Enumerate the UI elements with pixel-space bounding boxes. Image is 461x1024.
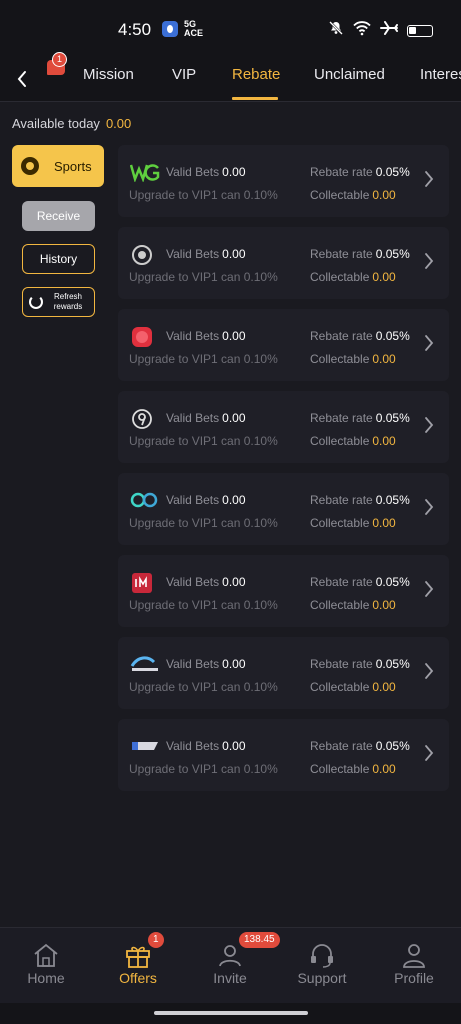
flag-logo [130, 736, 158, 756]
offers-badge: 1 [148, 932, 164, 948]
collectable: Collectable 0.00 [310, 270, 396, 284]
wifi-icon [353, 20, 371, 41]
valid-bets: Valid Bets 0.00 [166, 657, 246, 671]
wave-logo [130, 654, 158, 674]
upgrade-text: Upgrade to VIP1 can 0.10% [129, 434, 278, 448]
bottom-nav: Home Offers 1 Invite 138.45 Support Prof… [0, 927, 461, 1003]
rebate-rate: Rebate rate 0.05% [310, 247, 410, 261]
chat-badge: 1 [52, 52, 67, 67]
nav-support[interactable]: Support [276, 928, 368, 1004]
back-button[interactable] [10, 64, 38, 94]
status-time: 4:50 [118, 20, 152, 39]
valid-bets: Valid Bets 0.00 [166, 165, 246, 179]
rebate-rate: Rebate rate 0.05% [310, 165, 410, 179]
home-icon [34, 943, 58, 967]
nav-invite[interactable]: Invite 138.45 [184, 928, 280, 1004]
tab-mission[interactable]: Mission [83, 66, 134, 83]
rebate-rate: Rebate rate 0.05% [310, 493, 410, 507]
rebate-rate: Rebate rate 0.05% [310, 657, 410, 671]
headset-icon [311, 944, 333, 968]
status-icons [328, 20, 433, 41]
chevron-right-icon[interactable] [423, 579, 435, 599]
history-button[interactable]: History [22, 244, 95, 274]
active-tab-indicator [232, 97, 278, 100]
soccer-ball-icon [21, 157, 39, 175]
chevron-right-icon[interactable] [423, 415, 435, 435]
valid-bets: Valid Bets 0.00 [166, 493, 246, 507]
refresh-rewards-button[interactable]: Refresh rewards [22, 287, 95, 317]
tab-unclaimed[interactable]: Unclaimed [314, 66, 385, 83]
collectable: Collectable 0.00 [310, 680, 396, 694]
wg-logo [129, 162, 160, 183]
chevron-right-icon[interactable] [423, 743, 435, 763]
upgrade-text: Upgrade to VIP1 can 0.10% [129, 270, 278, 284]
battery-icon [407, 24, 433, 37]
mute-icon [328, 20, 344, 41]
valid-bets: Valid Bets 0.00 [166, 411, 246, 425]
rebate-rate: Rebate rate 0.05% [310, 739, 410, 753]
upgrade-text: Upgrade to VIP1 can 0.10% [129, 188, 278, 202]
category-sports-label: Sports [54, 159, 92, 174]
network-indicator: 5G ACE [184, 19, 204, 38]
available-today: Available today 0.00 [12, 116, 131, 131]
tab-interest[interactable]: Interes [420, 66, 461, 83]
available-amount: 0.00 [105, 116, 132, 131]
chevron-left-icon [17, 71, 26, 87]
rebate-card[interactable]: Valid Bets 0.00 Upgrade to VIP1 can 0.10% R… [118, 309, 449, 381]
person-icon [403, 944, 425, 968]
upgrade-text: Upgrade to VIP1 can 0.10% [129, 352, 278, 366]
refresh-icon [29, 295, 43, 309]
collectable: Collectable 0.00 [310, 516, 396, 530]
red-ball-logo [130, 326, 158, 347]
rebate-card[interactable]: Valid Bets 0.00 Upgrade to VIP1 can 0.10% R… [118, 227, 449, 299]
rebate-card[interactable]: Valid Bets 0.00 Upgrade to VIP1 can 0.10% R… [118, 391, 449, 463]
available-label: Available today [12, 116, 100, 131]
rebate-card[interactable]: Valid Bets 0.00 Upgrade to VIP1 can 0.10% R… [118, 473, 449, 545]
rings-logo [130, 490, 158, 510]
upgrade-text: Upgrade to VIP1 can 0.10% [129, 598, 278, 612]
rebate-card[interactable]: Valid Bets 0.00 Upgrade to VIP1 can 0.10% R… [118, 145, 449, 217]
collectable: Collectable 0.00 [310, 762, 396, 776]
home-indicator[interactable] [154, 1011, 308, 1015]
app-notification-icon [162, 21, 178, 37]
category-sports-button[interactable]: Sports [12, 145, 104, 187]
im-logo [130, 572, 158, 593]
chevron-right-icon[interactable] [423, 333, 435, 353]
collectable: Collectable 0.00 [310, 188, 396, 202]
tab-vip[interactable]: VIP [172, 66, 196, 83]
rebate-rate: Rebate rate 0.05% [310, 329, 410, 343]
collectable: Collectable 0.00 [310, 352, 396, 366]
status-bar: 4:50 5G ACE [0, 0, 461, 58]
chevron-right-icon[interactable] [423, 661, 435, 681]
top-tab-bar: 1 Mission VIP Rebate Unclaimed Interes [0, 52, 461, 102]
rebate-card[interactable]: Valid Bets 0.00 Upgrade to VIP1 can 0.10% R… [118, 637, 449, 709]
collectable: Collectable 0.00 [310, 434, 396, 448]
nine-logo [130, 408, 158, 429]
valid-bets: Valid Bets 0.00 [166, 739, 246, 753]
tab-rebate[interactable]: Rebate [232, 66, 280, 83]
refresh-rewards-label: Refresh rewards [53, 292, 83, 311]
rebate-card[interactable]: Valid Bets 0.00 Upgrade to VIP1 can 0.10% R… [118, 719, 449, 791]
chevron-right-icon[interactable] [423, 169, 435, 189]
nav-home[interactable]: Home [0, 928, 92, 1004]
nav-profile[interactable]: Profile [368, 928, 460, 1004]
rebate-rate: Rebate rate 0.05% [310, 575, 410, 589]
valid-bets: Valid Bets 0.00 [166, 329, 246, 343]
upgrade-text: Upgrade to VIP1 can 0.10% [129, 680, 278, 694]
upgrade-text: Upgrade to VIP1 can 0.10% [129, 762, 278, 776]
receive-button[interactable]: Receive [22, 201, 95, 231]
upgrade-text: Upgrade to VIP1 can 0.10% [129, 516, 278, 530]
invite-badge: 138.45 [239, 932, 280, 948]
chevron-right-icon[interactable] [423, 497, 435, 517]
circle-badge-logo [130, 244, 158, 265]
collectable: Collectable 0.00 [310, 598, 396, 612]
chevron-right-icon[interactable] [423, 251, 435, 271]
valid-bets: Valid Bets 0.00 [166, 575, 246, 589]
valid-bets: Valid Bets 0.00 [166, 247, 246, 261]
nav-offers[interactable]: Offers 1 [92, 928, 184, 1004]
rebate-card[interactable]: Valid Bets 0.00 Upgrade to VIP1 can 0.10% R… [118, 555, 449, 627]
airplane-icon [380, 20, 398, 41]
rebate-rate: Rebate rate 0.05% [310, 411, 410, 425]
